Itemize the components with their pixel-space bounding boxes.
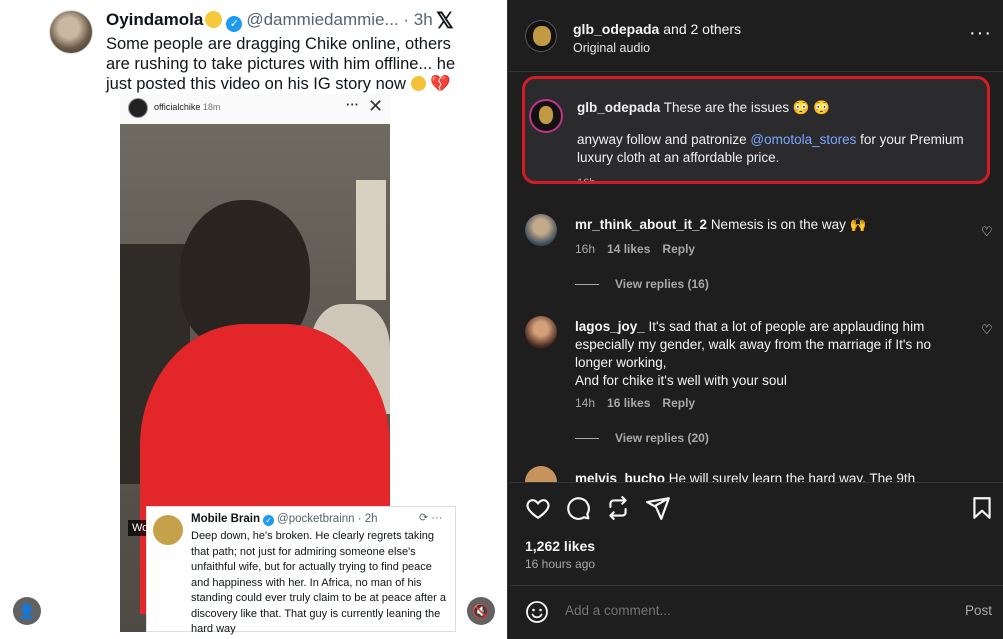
quoted-tweet-time: · 2h: [357, 513, 378, 525]
comment-text: melvis_bucho He will surely learn the ha…: [575, 470, 955, 482]
caption-username[interactable]: glb_odepada: [577, 100, 660, 115]
quoted-tweet: Mobile Brain ✓ @pocketbrainn · 2h ⟳ ··· De…: [146, 506, 456, 635]
caption-mention-link[interactable]: @omotola_stores: [750, 132, 856, 147]
author-avatar[interactable]: [525, 20, 557, 52]
tagged-user-icon[interactable]: 👤: [13, 597, 41, 625]
reply-button[interactable]: Reply: [662, 242, 695, 256]
repost-icon[interactable]: [605, 495, 631, 521]
story-user: officialchike 18m: [154, 102, 220, 112]
more-options-icon[interactable]: ···: [969, 22, 992, 45]
post-media[interactable]: Oyindamola ✓ @dammiedammie... · 3h 𝕏 Some …: [0, 0, 508, 639]
reply-button[interactable]: Reply: [662, 396, 695, 410]
quoted-tweet-header: Mobile Brain ✓ @pocketbrainn · 2h: [191, 513, 378, 526]
verified-icon: ✓: [263, 515, 275, 526]
post-author[interactable]: glb_odepada and 2 others: [573, 21, 741, 37]
story-time: 18m: [202, 102, 221, 112]
quoted-tweet-avatar: [153, 515, 183, 545]
comment-avatar[interactable]: [525, 214, 557, 246]
tweet-time: · 3h: [403, 10, 433, 29]
comment-icon[interactable]: [565, 495, 591, 521]
mute-icon[interactable]: 🔇: [467, 597, 495, 625]
comment: melvis_bucho He will surely learn the ha…: [525, 466, 985, 482]
story-header: officialchike 18m ··· ✕: [120, 94, 390, 124]
more-icon: ···: [346, 97, 359, 112]
share-icon[interactable]: [645, 495, 671, 521]
comment-username[interactable]: mr_think_about_it_2: [575, 217, 707, 232]
tweet-author-name: Oyindamola: [106, 10, 204, 29]
comment-body: He will surely learn the hard way. The 9…: [668, 471, 916, 482]
like-comment-icon[interactable]: ♡: [981, 322, 993, 338]
view-replies-button[interactable]: View replies (20): [575, 431, 709, 445]
caption-avatar[interactable]: [529, 99, 563, 133]
caption-body: anyway follow and patronize @omotola_sto…: [577, 131, 987, 167]
add-comment-input[interactable]: [565, 603, 925, 618]
quoted-tweet-name: Mobile Brain: [191, 513, 261, 525]
scene-door: [356, 180, 386, 300]
comment-time: 14h: [575, 396, 596, 410]
comment-text: lagos_joy_ It's sad that a lot of people…: [575, 318, 955, 390]
post-button[interactable]: Post: [965, 603, 992, 618]
x-logo-icon: 𝕏: [436, 8, 454, 33]
emoji-icon: [205, 11, 223, 28]
save-bookmark-icon[interactable]: [969, 495, 995, 521]
comment-meta: 14h 16 likes Reply: [575, 396, 695, 410]
like-comment-icon[interactable]: ♡: [981, 224, 993, 240]
comment-username[interactable]: lagos_joy_: [575, 319, 645, 334]
comment-avatar[interactable]: [525, 466, 557, 482]
view-replies-button[interactable]: View replies (16): [575, 277, 709, 291]
audio-label[interactable]: Original audio: [573, 41, 650, 55]
post-header: glb_odepada and 2 others Original audio …: [509, 0, 1003, 72]
verified-icon: ✓: [226, 16, 243, 32]
tweet-text: Some people are dragging Chike online, o…: [106, 34, 456, 94]
likes-count[interactable]: 1,262 likes: [525, 538, 595, 554]
comment-composer: Post: [509, 585, 1003, 639]
close-icon: ✕: [368, 96, 384, 116]
caption-title: These are the issues: [663, 100, 790, 115]
story-username: officialchike: [154, 102, 201, 112]
comment-likes[interactable]: 14 likes: [607, 242, 650, 256]
comment-avatar[interactable]: [525, 316, 557, 348]
tweet-avatar: [49, 10, 93, 54]
crying-emoji-icon: [410, 76, 426, 91]
quoted-tweet-tools-icon: ⟳ ···: [419, 512, 443, 524]
post-author-name[interactable]: glb_odepada: [573, 21, 659, 37]
caption-time: 16h: [577, 177, 596, 184]
tweet-header: Oyindamola ✓ @dammiedammie... · 3h: [106, 10, 433, 32]
post-side-panel: glb_odepada and 2 others Original audio …: [509, 0, 1003, 639]
post-coauthors[interactable]: and 2 others: [663, 21, 741, 37]
comment-text: mr_think_about_it_2 Nemesis is on the wa…: [575, 216, 955, 234]
caption-highlight: glb_odepada These are the issues 😳 😳 any…: [522, 76, 990, 184]
tweet-handle: @dammiedammie...: [246, 10, 399, 29]
comment-username[interactable]: melvis_bucho: [575, 471, 665, 482]
quoted-tweet-handle: @pocketbrainn: [277, 513, 355, 525]
like-heart-icon[interactable]: [525, 495, 551, 521]
comment-body: Nemesis is on the way 🙌: [710, 217, 867, 232]
comment-likes[interactable]: 16 likes: [607, 396, 650, 410]
post-time: 16 hours ago: [525, 557, 596, 571]
comment-time: 16h: [575, 242, 596, 256]
caption-body-start: anyway follow and patronize: [577, 132, 751, 147]
action-bar: [509, 482, 1003, 532]
tweet-text-body: Some people are dragging Chike online, o…: [106, 35, 456, 93]
caption-text: glb_odepada These are the issues 😳 😳 any…: [577, 99, 987, 167]
broken-heart-icon: 💔: [430, 75, 451, 93]
story-avatar: [128, 98, 148, 118]
comment-body-line2: And for chike it's well with your soul: [575, 373, 787, 388]
quoted-tweet-text: Deep down, he's broken. He clearly regre…: [191, 530, 446, 635]
comment-meta: 16h 14 likes Reply: [575, 242, 695, 256]
emoji-picker-icon[interactable]: [525, 600, 549, 624]
